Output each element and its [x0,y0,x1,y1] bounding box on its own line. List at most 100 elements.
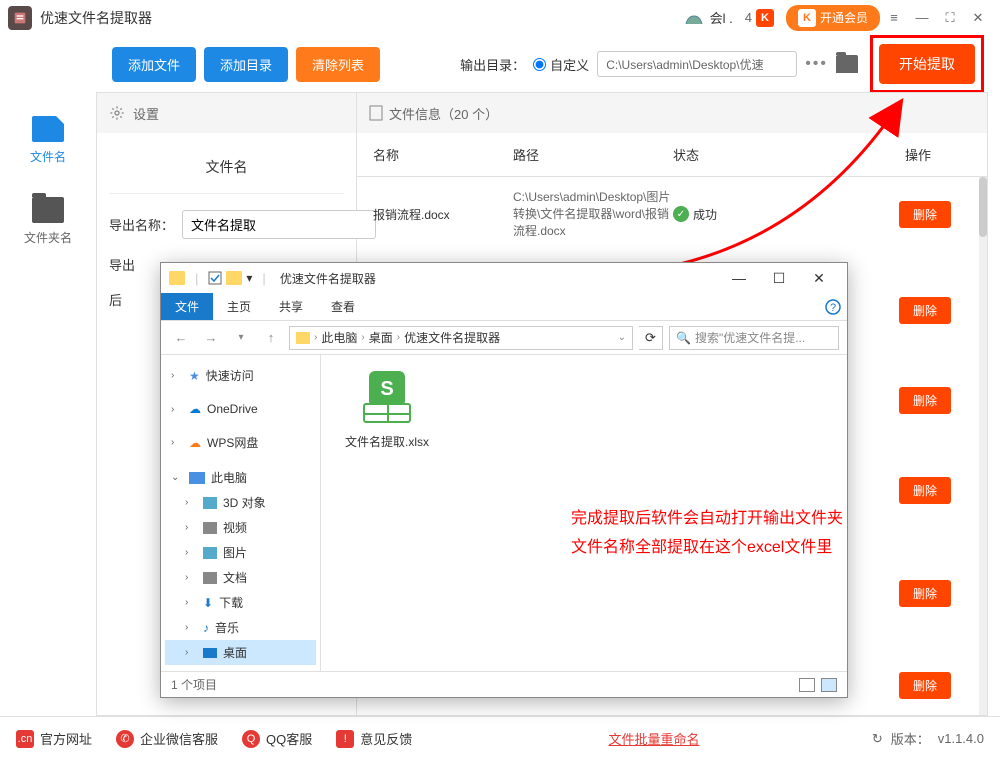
tree-wps[interactable]: ›☁WPS网盘 [165,430,316,455]
delete-button[interactable]: 删除 [899,387,951,414]
settings-header: 设置 [97,93,356,133]
folder-icon [296,332,310,344]
star-icon: ★ [189,369,200,383]
app-title: 优速文件名提取器 [40,8,152,28]
vip-upgrade-button[interactable]: K 开通会员 [786,5,880,31]
nav-back-button[interactable]: ← [169,326,193,350]
path-dropdown-button[interactable]: ⌄ [618,332,626,343]
minimize-button[interactable]: — [908,4,936,32]
cloud-icon: ☁ [189,436,201,450]
col-name: 名称 [373,145,513,164]
tree-pictures[interactable]: ›图片 [165,540,316,565]
tree-3d[interactable]: ›3D 对象 [165,490,316,515]
tab-view[interactable]: 查看 [317,293,369,320]
qq-icon: Q [242,730,260,748]
explorer-close-button[interactable]: ✕ [799,264,839,292]
tab-home[interactable]: 主页 [213,293,265,320]
footer-feedback-link[interactable]: ! 意见反馈 [336,729,412,748]
delete-button[interactable]: 删除 [899,297,951,324]
tab-file[interactable]: 文件 [161,293,213,320]
footer-qq-link[interactable]: Q QQ客服 [242,729,312,748]
browse-dots-button[interactable]: ••• [805,55,828,73]
footer: .cn 官方网址 ✆ 企业微信客服 Q QQ客服 ! 意见反馈 文件批量重命名 … [0,716,1000,760]
cell-status: ✓ 成功 [673,206,793,223]
output-label: 输出目录： [460,55,525,74]
output-path-input[interactable] [597,51,797,77]
gear-icon [109,105,125,121]
close-button[interactable]: ✕ [964,4,992,32]
sidebar-item-foldername[interactable]: 文件夹名 [24,197,72,246]
output-custom-radio[interactable]: 自定义 [533,55,589,74]
cell-path: C:\Users\admin\Desktop\图片转换\文件名提取器\word\… [513,189,673,239]
nav-history-button[interactable]: ▾ [229,326,253,350]
scrollbar[interactable] [979,177,987,715]
video-icon [203,522,217,534]
user-info[interactable]: 会l . [684,8,733,28]
output-dir-group: 输出目录： 自定义 ••• [460,51,858,77]
xlsx-icon: S [359,371,415,427]
toolbar: 添加文件 添加目录 清除列表 输出目录： 自定义 ••• 开始提取 [0,36,1000,92]
delete-button[interactable]: 删除 [899,672,951,699]
clear-list-button[interactable]: 清除列表 [296,47,380,82]
start-extract-button[interactable]: 开始提取 [879,44,975,84]
explorer-file-pane[interactable]: S 文件名提取.xlsx 完成提取后软件会自动打开输出文件夹 文件名称全部提取在… [321,355,847,671]
sidebar-item-filename[interactable]: 文件名 [30,116,66,165]
checkbox-icon[interactable] [208,271,222,285]
menu-button[interactable]: ≡ [880,4,908,32]
explorer-minimize-button[interactable]: — [719,264,759,292]
tree-this-pc[interactable]: ⌄此电脑 [165,465,316,490]
tree-desktop[interactable]: ›桌面 [165,640,316,665]
web-icon: .cn [16,730,34,748]
refresh-button[interactable]: ⟳ [639,326,663,350]
refresh-icon[interactable]: ↻ [872,731,883,747]
view-icons-button[interactable] [821,678,837,692]
add-dir-button[interactable]: 添加目录 [204,47,288,82]
tree-quick-access[interactable]: ›★快速访问 [165,363,316,388]
tree-downloads[interactable]: ›⬇下载 [165,590,316,615]
success-icon: ✓ [673,206,689,222]
download-icon: ⬇ [203,596,213,610]
feedback-icon: ! [336,730,354,748]
cloud-icon: ☁ [189,402,201,416]
file-item-xlsx[interactable]: S 文件名提取.xlsx [337,371,437,450]
explorer-window: | ▾ | 优速文件名提取器 — ☐ ✕ 文件 主页 共享 查看 ? ← → ▾… [160,262,848,698]
col-op: 操作 [793,145,971,164]
music-icon: ♪ [203,621,209,635]
tree-music[interactable]: ›♪音乐 [165,615,316,640]
col-path: 路径 [513,145,673,164]
maximize-button[interactable]: ⛶ [936,4,964,32]
address-path[interactable]: › 此电脑› 桌面› 优速文件名提取器 ⌄ [289,326,633,350]
folder-icon [226,271,242,285]
explorer-titlebar: | ▾ | 优速文件名提取器 — ☐ ✕ [161,263,847,293]
delete-button[interactable]: 删除 [899,477,951,504]
view-details-button[interactable] [799,678,815,692]
explorer-ribbon-tabs: 文件 主页 共享 查看 ? [161,293,847,321]
delete-button[interactable]: 删除 [899,201,951,228]
footer-wecom-link[interactable]: ✆ 企业微信客服 [116,729,218,748]
titlebar: 优速文件名提取器 会l . 4 K K 开通会员 ≡ — ⛶ ✕ [0,0,1000,36]
explorer-maximize-button[interactable]: ☐ [759,264,799,292]
wechat-icon: ✆ [116,730,134,748]
tree-documents[interactable]: ›文档 [165,565,316,590]
explorer-search-input[interactable]: 🔍 搜索"优速文件名提... [669,326,839,350]
explorer-help-button[interactable]: ? [819,293,847,320]
output-radio-input[interactable] [533,58,546,71]
vip-crown-icon: K [798,9,816,27]
user-avatar-icon [684,8,704,28]
add-file-button[interactable]: 添加文件 [112,47,196,82]
nav-up-button[interactable]: ↑ [259,326,283,350]
sidebar: 文件名 文件夹名 [0,92,96,716]
footer-rename-link[interactable]: 文件批量重命名 [436,729,872,748]
vip-badge: 4 K [745,9,774,27]
delete-button[interactable]: 删除 [899,580,951,607]
export-name-input[interactable] [182,210,376,239]
tree-onedrive[interactable]: ›☁OneDrive [165,398,316,420]
open-folder-button[interactable] [836,55,858,73]
tree-video[interactable]: ›视频 [165,515,316,540]
explorer-title: 优速文件名提取器 [280,270,376,287]
footer-website-link[interactable]: .cn 官方网址 [16,729,92,748]
vip-days: 4 [745,10,752,25]
nav-forward-button[interactable]: → [199,326,223,350]
settings-section-title: 文件名 [109,149,344,194]
tab-share[interactable]: 共享 [265,293,317,320]
